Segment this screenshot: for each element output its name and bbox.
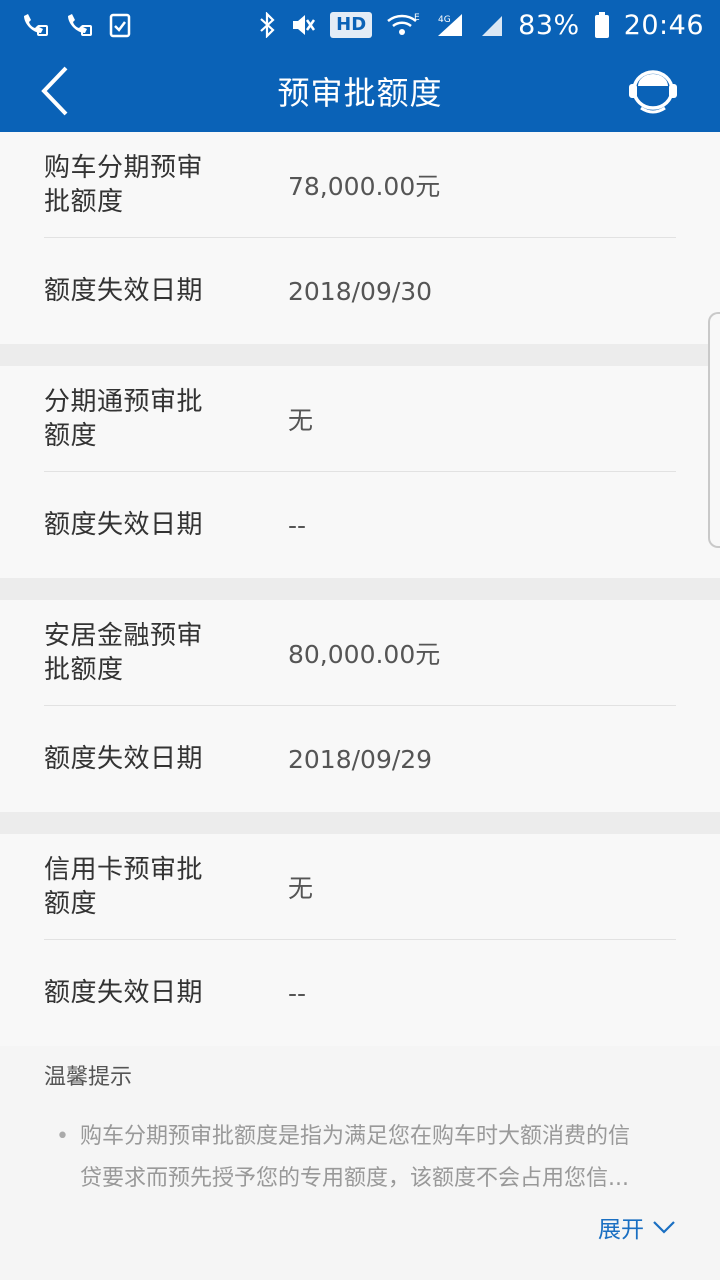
quota-section-credit-card: 信用卡预审批 额度 无 额度失效日期 --: [0, 834, 720, 1046]
page-title: 预审批额度: [277, 74, 443, 112]
quota-label-line2: 批额度: [44, 654, 124, 685]
quota-row: 购车分期预审 批额度 78,000.00元: [44, 132, 676, 238]
quota-label-line1: 信用卡预审批: [44, 854, 204, 885]
wifi-icon: E: [386, 12, 422, 38]
quota-label-line2: 额度: [44, 888, 98, 919]
quota-value: 78,000.00元: [288, 171, 441, 201]
network-4g-label: 4G: [438, 15, 451, 25]
quota-label-line2: 批额度: [44, 186, 124, 217]
expiry-row: 额度失效日期 --: [44, 940, 676, 1046]
quota-value: 无: [288, 873, 314, 903]
clock: 20:46: [623, 9, 704, 41]
signal-icon-2: [480, 12, 504, 38]
content: 购车分期预审 批额度 78,000.00元 额度失效日期 2018/09/30 …: [0, 132, 720, 1046]
expiry-value: --: [288, 978, 307, 1008]
signal-icon: 4G: [436, 12, 466, 38]
mute-icon: [290, 12, 316, 38]
quota-row: 信用卡预审批 额度 无: [44, 834, 676, 940]
battery-icon: [594, 11, 610, 39]
customer-service-button[interactable]: [626, 66, 680, 118]
expiry-label: 额度失效日期: [44, 276, 204, 306]
expiry-label: 额度失效日期: [44, 978, 204, 1008]
quota-section-car-loan: 购车分期预审 批额度 78,000.00元 额度失效日期 2018/09/30: [0, 132, 720, 344]
tips-text-line1: 购车分期预审批额度是指为满足您在购车时大额消费的信: [80, 1124, 631, 1149]
tips-title: 温馨提示: [44, 1065, 133, 1090]
expiry-row: 额度失效日期 2018/09/30: [44, 238, 676, 344]
section-divider: [0, 812, 720, 834]
quota-section-home-finance: 安居金融预审 批额度 80,000.00元 额度失效日期 2018/09/29: [0, 600, 720, 812]
network-e-label: E: [414, 13, 420, 23]
quota-row: 分期通预审批 额度 无: [44, 366, 676, 472]
expiry-value: --: [288, 510, 307, 540]
quota-label: 购车分期预审 批额度: [44, 151, 288, 219]
expiry-label: 额度失效日期: [44, 744, 204, 774]
quota-label-line2: 额度: [44, 420, 98, 451]
clipboard-check-icon: [108, 12, 132, 38]
wifi-call-icon: [20, 12, 50, 38]
expiry-row: 额度失效日期 --: [44, 472, 676, 578]
hd-badge: HD: [330, 12, 373, 38]
bluetooth-icon: [258, 12, 276, 38]
quota-value: 80,000.00元: [288, 639, 441, 669]
expand-label: 展开: [598, 1217, 644, 1243]
status-right-icons: HD E 4G 83% 20:46: [258, 10, 704, 41]
chevron-down-icon: [653, 1221, 675, 1234]
bullet: •: [56, 1124, 69, 1149]
expiry-value: 2018/09/30: [288, 276, 433, 306]
expiry-label: 额度失效日期: [44, 510, 204, 540]
expiry-row: 额度失效日期 2018/09/29: [44, 706, 676, 812]
quota-label-line1: 购车分期预审: [44, 152, 204, 183]
section-divider: [0, 578, 720, 600]
quota-section-installment: 分期通预审批 额度 无 额度失效日期 --: [0, 366, 720, 578]
back-button[interactable]: [36, 64, 80, 118]
chevron-left-icon: [41, 66, 68, 116]
expiry-value: 2018/09/29: [288, 744, 433, 774]
wifi-call-icon-2: [64, 12, 94, 38]
scroll-indicator[interactable]: [708, 312, 720, 548]
section-divider: [0, 344, 720, 366]
customer-service-icon: [629, 70, 677, 114]
nav-bar: 预审批额度: [0, 50, 720, 132]
quota-value: 无: [288, 405, 314, 435]
quota-label: 安居金融预审 批额度: [44, 619, 288, 687]
quota-label-line1: 分期通预审批: [44, 386, 204, 417]
tips-text-line2: 贷要求而预先授予您的专用额度，该额度不会占用您信...: [80, 1166, 629, 1191]
tips-text: 购车分期预审批额度是指为满足您在购车时大额消费的信 贷要求而预先授予您的专用额度…: [80, 1116, 666, 1200]
quota-row: 安居金融预审 批额度 80,000.00元: [44, 600, 676, 706]
tips-section: 温馨提示 • 购车分期预审批额度是指为满足您在购车时大额消费的信 贷要求而预先授…: [0, 1060, 720, 1200]
quota-label: 分期通预审批 额度: [44, 385, 288, 453]
status-bar: HD E 4G 83% 20:46: [0, 0, 720, 50]
quota-label-line1: 安居金融预审: [44, 620, 204, 651]
status-left-icons: [20, 12, 132, 38]
tips-body: • 购车分期预审批额度是指为满足您在购车时大额消费的信 贷要求而预先授予您的专用…: [44, 1116, 676, 1200]
quota-label: 信用卡预审批 额度: [44, 853, 288, 921]
expand-button[interactable]: 展开: [598, 1210, 676, 1244]
battery-percent: 83%: [518, 9, 580, 41]
